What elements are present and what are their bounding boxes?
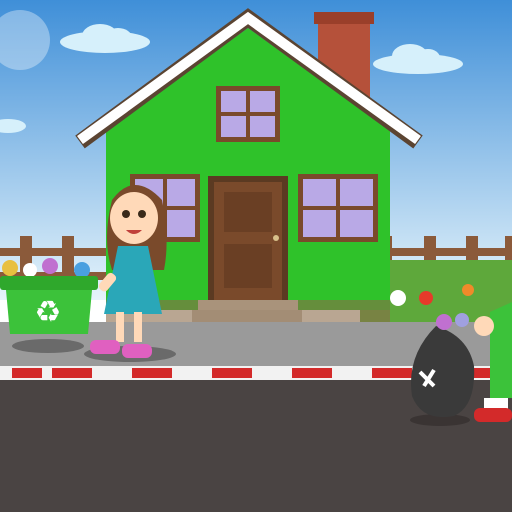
flower [419, 291, 433, 305]
front-door [208, 176, 288, 300]
chimney-cap [314, 12, 374, 24]
recycling-bin: ♻ [0, 258, 98, 334]
shadow [12, 339, 84, 353]
flower [390, 290, 406, 306]
window [298, 174, 378, 242]
recycling-scene: ♻ [0, 0, 512, 512]
recycle-icon: ♻ [35, 295, 62, 330]
flower [462, 284, 474, 296]
window [216, 86, 280, 142]
